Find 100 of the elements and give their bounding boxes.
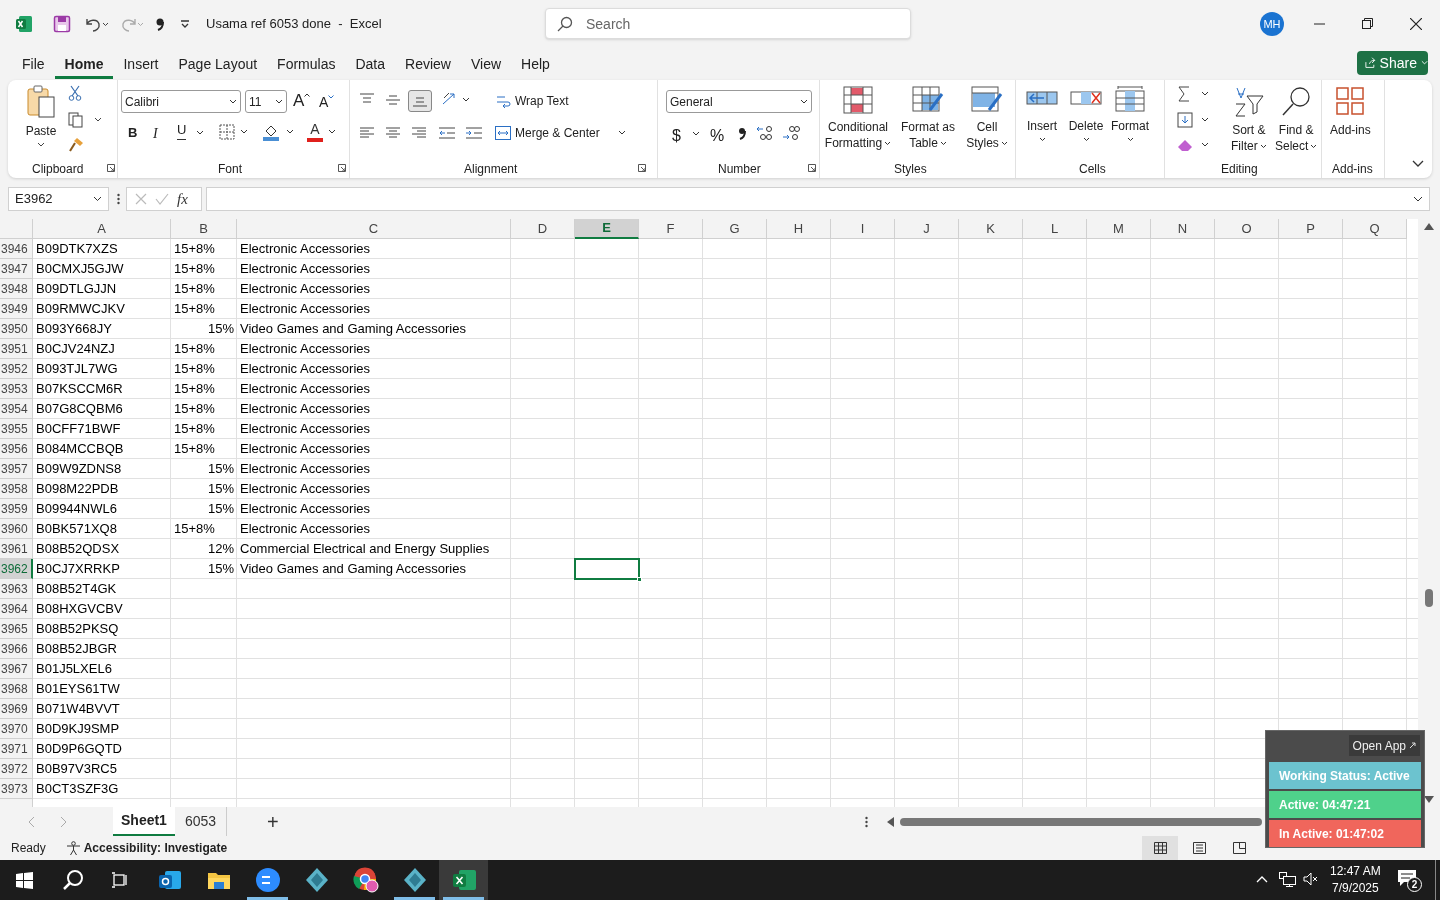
chevron-up-icon[interactable] (1256, 875, 1268, 883)
accessibility-button[interactable]: Accessibility: Investigate (83, 839, 228, 857)
ribbon-tab[interactable]: Page Layout (168, 49, 268, 79)
row-header[interactable]: 3958 (0, 479, 33, 499)
fill-color-icon[interactable] (262, 123, 280, 141)
increase-indent-icon[interactable] (466, 127, 482, 139)
decrease-font-button[interactable]: A (319, 92, 335, 112)
volume-muted-icon[interactable] (1303, 872, 1318, 886)
percent-button[interactable]: % (710, 124, 725, 148)
comma-style-icon[interactable] (738, 127, 746, 140)
ribbon-tab[interactable]: File (12, 49, 55, 79)
copy-icon[interactable] (68, 112, 102, 128)
restore-icon[interactable] (1362, 18, 1373, 29)
ribbon-tab[interactable]: Help (511, 49, 560, 79)
collapse-ribbon-icon[interactable] (1412, 160, 1424, 168)
dialog-launcher-icon[interactable] (638, 164, 646, 172)
font-name-field[interactable]: Calibri (121, 90, 241, 113)
more-icon[interactable] (117, 193, 120, 205)
insert-button[interactable]: Insert (1020, 86, 1064, 142)
align-center-icon[interactable] (386, 127, 400, 139)
scroll-down-icon[interactable] (1424, 796, 1434, 803)
notifications-button[interactable]: 2 (1397, 869, 1421, 893)
number-format-field[interactable]: General (666, 90, 812, 113)
row-header[interactable]: 3951 (0, 339, 33, 359)
decrease-decimal-icon[interactable] (782, 125, 800, 141)
column-header[interactable]: N (1151, 219, 1215, 239)
font-color-button[interactable]: A (306, 122, 324, 142)
scroll-up-icon[interactable] (1424, 223, 1434, 230)
accessibility-icon[interactable] (65, 840, 81, 856)
column-header[interactable]: D (511, 219, 575, 239)
conditional-formatting-button[interactable]: Conditional Formatting (822, 86, 894, 151)
close-icon[interactable] (1410, 18, 1422, 30)
row-header[interactable]: 3970 (0, 719, 33, 739)
dropdown-icon[interactable] (328, 129, 336, 135)
row-header[interactable]: 3963 (0, 579, 33, 599)
row-header[interactable]: 3962 (0, 559, 33, 579)
italic-button[interactable]: I (153, 123, 158, 144)
row-header[interactable]: 3965 (0, 619, 33, 639)
add-ins-button[interactable]: Add-ins (1330, 86, 1371, 139)
dialog-launcher-icon[interactable] (338, 164, 346, 172)
increase-decimal-icon[interactable] (756, 125, 774, 141)
bold-button[interactable]: B (128, 123, 138, 143)
add-sheet-button[interactable]: + (267, 806, 279, 837)
scroll-left-icon[interactable] (887, 817, 894, 827)
cell-styles-button[interactable]: Cell Styles (962, 86, 1012, 151)
merge-center-button[interactable]: Merge & Center (495, 124, 626, 142)
page-layout-icon[interactable] (1193, 842, 1206, 854)
middle-align-icon[interactable] (386, 95, 400, 105)
normal-view-button[interactable] (1142, 836, 1178, 860)
row-header[interactable]: 3956 (0, 439, 33, 459)
column-header[interactable]: G (703, 219, 767, 239)
autosum-icon[interactable] (1177, 86, 1209, 102)
open-app-button[interactable]: Open App (1348, 735, 1420, 756)
font-size-field[interactable]: 11 (245, 90, 287, 113)
column-header[interactable]: F (639, 219, 703, 239)
format-as-table-button[interactable]: Format as Table (897, 86, 959, 151)
scrollbar-thumb[interactable] (1425, 589, 1433, 607)
row-header[interactable]: 3957 (0, 459, 33, 479)
ribbon-tab[interactable]: Insert (113, 49, 169, 79)
delete-button[interactable]: Delete (1064, 86, 1108, 142)
column-header[interactable]: A (33, 219, 171, 239)
active-cell[interactable] (575, 559, 639, 579)
row-header[interactable]: 3969 (0, 699, 33, 719)
column-header[interactable]: I (831, 219, 895, 239)
search-icon[interactable] (62, 869, 84, 891)
column-header[interactable]: M (1087, 219, 1151, 239)
dropdown-icon[interactable] (286, 129, 294, 135)
top-align-icon[interactable] (360, 93, 374, 105)
comma-style-icon[interactable] (155, 17, 165, 31)
eraser-icon[interactable] (1177, 137, 1209, 153)
row-header[interactable]: 3959 (0, 499, 33, 519)
format-painter-icon[interactable] (68, 137, 84, 153)
ribbon-tab[interactable]: View (460, 49, 512, 79)
row-header[interactable]: 3960 (0, 519, 33, 539)
ribbon-tab[interactable]: Formulas (267, 49, 346, 79)
column-header[interactable]: K (959, 219, 1023, 239)
column-header[interactable]: L (1023, 219, 1087, 239)
row-header[interactable]: 3964 (0, 599, 33, 619)
paste-button[interactable]: Paste (20, 85, 62, 153)
page-break-icon[interactable] (1233, 842, 1246, 854)
row-header[interactable]: 3954 (0, 399, 33, 419)
row-header[interactable]: 3966 (0, 639, 33, 659)
currency-button[interactable]: $ (672, 124, 681, 148)
row-header[interactable]: 3972 (0, 759, 33, 779)
borders-icon[interactable] (219, 124, 249, 140)
find-select-button[interactable]: Find & Select (1275, 86, 1318, 154)
column-header[interactable]: C (237, 219, 511, 239)
row-header[interactable]: 3952 (0, 359, 33, 379)
formula-input[interactable] (206, 187, 1430, 211)
insert-function-button[interactable]: fx (177, 187, 188, 211)
wrap-text-button[interactable]: Wrap Text (496, 92, 569, 110)
row-header[interactable]: 3973 (0, 779, 33, 799)
cut-icon[interactable] (68, 85, 82, 101)
row-header[interactable]: 3961 (0, 539, 33, 559)
ribbon-tab[interactable]: Review (395, 49, 461, 79)
network-icon[interactable] (1279, 872, 1296, 887)
column-header[interactable]: P (1279, 219, 1343, 239)
dropdown-icon[interactable] (692, 131, 700, 137)
column-header[interactable]: Q (1343, 219, 1407, 239)
row-header[interactable]: 3967 (0, 659, 33, 679)
